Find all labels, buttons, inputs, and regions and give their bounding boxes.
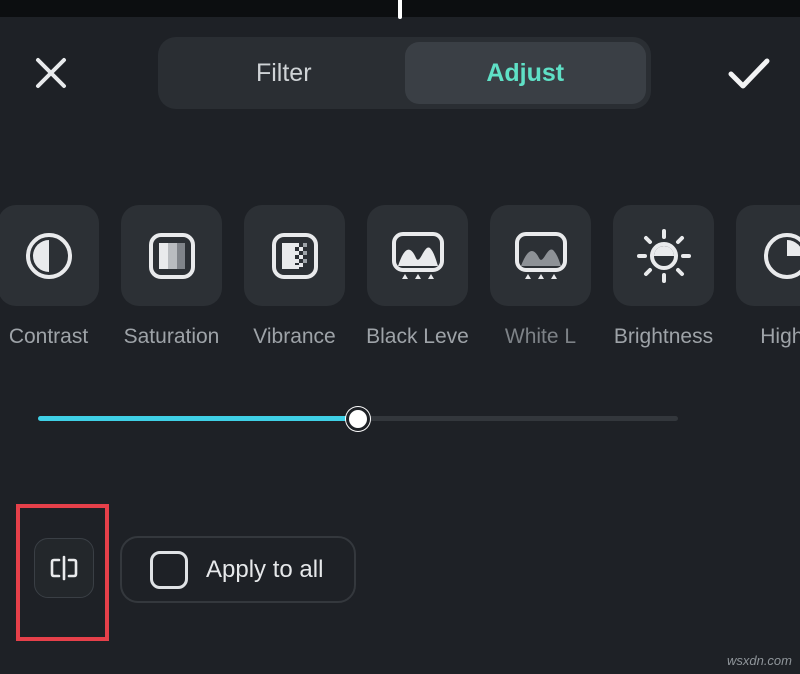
- tool-tile: [367, 205, 468, 306]
- tool-label: White L: [504, 325, 577, 348]
- tool-label: Contrast: [8, 325, 89, 348]
- compare-icon: [50, 555, 78, 581]
- tool-tile: [121, 205, 222, 306]
- compare-button[interactable]: [34, 538, 94, 598]
- tool-label: Vibrance: [253, 325, 336, 348]
- slider-thumb[interactable]: [346, 407, 370, 431]
- brightness-icon: [636, 228, 691, 283]
- checkmark-icon: [728, 58, 770, 89]
- adjust-slider[interactable]: [38, 405, 678, 433]
- contrast-icon: [25, 232, 72, 279]
- tool-vibrance[interactable]: Vibrance: [243, 205, 346, 349]
- saturation-icon: [148, 232, 195, 279]
- apply-to-all-label: Apply to all: [206, 555, 324, 583]
- tool-white-level[interactable]: White L: [489, 205, 592, 349]
- tool-tile: [244, 205, 345, 306]
- tool-label: Brightness: [613, 325, 714, 348]
- tool-label: Saturation: [123, 325, 220, 348]
- playhead[interactable]: [398, 0, 402, 19]
- adjust-tool-list: Contrast Saturation Vibrance Black Leve …: [0, 205, 800, 365]
- close-button[interactable]: [30, 52, 72, 94]
- tool-brightness[interactable]: Brightness: [612, 205, 715, 349]
- tool-tile: [736, 205, 800, 306]
- black-level-icon: [391, 231, 444, 279]
- apply-to-all-checkbox[interactable]: [150, 550, 188, 589]
- confirm-button[interactable]: [724, 52, 774, 96]
- tool-highlight[interactable]: Highli: [735, 205, 800, 349]
- vibrance-icon: [271, 232, 318, 279]
- tool-saturation[interactable]: Saturation: [120, 205, 223, 349]
- tool-label: Highli: [760, 325, 800, 348]
- tool-tile: [613, 205, 714, 306]
- tool-black-level[interactable]: Black Leve: [366, 205, 469, 349]
- tab-filter[interactable]: Filter: [163, 42, 405, 104]
- tool-tile: [0, 205, 99, 306]
- tool-label: Black Leve: [366, 325, 469, 348]
- watermark: wsxdn.com: [726, 653, 792, 668]
- close-icon: [36, 58, 66, 88]
- tab-adjust[interactable]: Adjust: [404, 42, 646, 104]
- slider-fill: [38, 416, 358, 421]
- tool-tile: [490, 205, 591, 306]
- apply-to-all-toggle[interactable]: Apply to all: [120, 536, 356, 603]
- filter-adjust-tabs: Filter Adjust: [158, 37, 651, 109]
- white-level-icon: [514, 231, 567, 279]
- highlight-icon: [763, 232, 800, 279]
- tool-contrast[interactable]: Contrast: [0, 205, 100, 349]
